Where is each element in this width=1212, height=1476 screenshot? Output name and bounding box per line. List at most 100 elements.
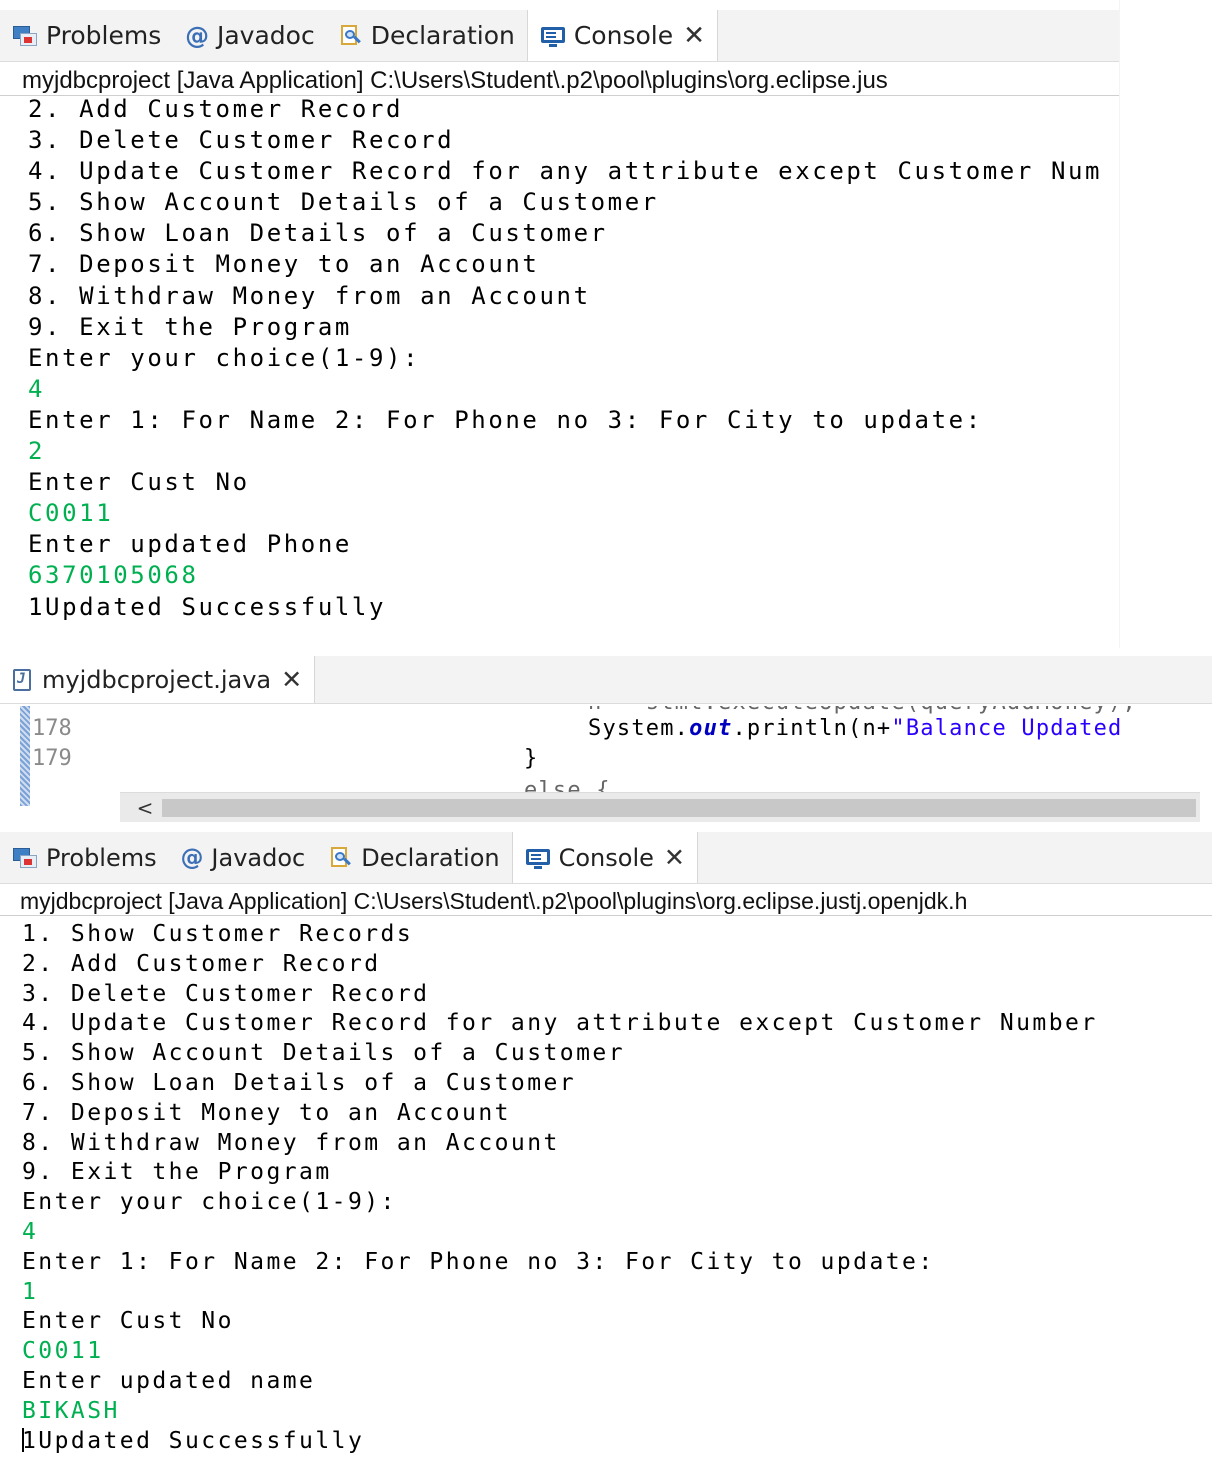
- console-view-top: Problems @ Javadoc Declaration Console ✕…: [0, 0, 1120, 648]
- tab-label: Declaration: [370, 21, 515, 50]
- console-line-text: C0011: [28, 499, 114, 528]
- code-line: }: [524, 746, 538, 771]
- console-line-text: 1. Show Customer Records: [22, 921, 414, 947]
- code-token-field: out: [689, 716, 733, 741]
- console-output-line: 7. Deposit Money to an Account: [28, 249, 1119, 280]
- console-output[interactable]: 1. Show Customer Records 2. Add Customer …: [22, 920, 1212, 1456]
- console-output-line: 2. Add Customer Record: [28, 94, 1119, 125]
- console-input-line: 1: [22, 1278, 1212, 1308]
- console-line-text: Enter updated name: [22, 1367, 316, 1394]
- code-line: System.out.println(n+"Balance Updated: [588, 716, 1123, 741]
- console-icon: [540, 24, 566, 48]
- code-token: System.: [588, 716, 690, 741]
- tab-declaration[interactable]: Declaration: [327, 10, 527, 61]
- console-line-text: Enter 1: For Name 2: For Phone no 3: For…: [22, 1248, 935, 1275]
- tab-problems[interactable]: Problems: [0, 10, 173, 61]
- console-line-text: BIKASH: [22, 1397, 120, 1424]
- console-line-text: 4. Update Customer Record for any attrib…: [22, 1010, 1098, 1037]
- tab-label: Problems: [46, 21, 162, 50]
- console-line-text: 7. Deposit Money to an Account: [22, 1099, 511, 1126]
- tab-label: Javadoc: [216, 21, 315, 50]
- console-line-text: 7. Deposit Money to an Account: [28, 250, 540, 279]
- console-line-text: 2. Add Customer Record: [28, 95, 404, 123]
- line-number: 178: [32, 716, 72, 741]
- tab-label: Console: [573, 21, 674, 50]
- console-output-line: 6. Show Loan Details of a Customer: [22, 1069, 1212, 1099]
- console-line-text: Enter Cust No: [22, 1308, 234, 1335]
- console-line-text: 2. Add Customer Record: [22, 950, 381, 977]
- overview-ruler: [20, 706, 30, 806]
- console-line-text: Enter 1: For Name 2: For Phone no 3: For…: [28, 405, 983, 434]
- console-line-text: 3. Delete Customer Record: [28, 126, 455, 155]
- console-output-line: 4. Update Customer Record for any attrib…: [28, 156, 1119, 187]
- console-input-line: C0011: [28, 498, 1119, 529]
- console-line-text: Enter Cust No: [28, 468, 250, 497]
- tab-label: Javadoc: [211, 843, 306, 872]
- scroll-left-icon[interactable]: <: [130, 793, 160, 823]
- console-output-line: 5. Show Account Details of a Customer: [28, 187, 1119, 218]
- console-output-line: 6. Show Loan Details of a Customer: [28, 218, 1119, 249]
- scrollbar-thumb[interactable]: [162, 799, 1196, 817]
- editor-tab-bar: J myjdbcproject.java ✕: [0, 656, 1212, 704]
- console-output-line: 7. Deposit Money to an Account: [22, 1099, 1212, 1129]
- console-input-line: BIKASH: [22, 1397, 1212, 1427]
- line-number: 179: [32, 746, 72, 771]
- code-token-string: "Balance Updated: [891, 716, 1123, 741]
- console-output[interactable]: 2. Add Customer Record 3. Delete Customer…: [28, 94, 1119, 623]
- tab-label: Problems: [46, 843, 157, 872]
- tab-problems[interactable]: Problems: [0, 832, 169, 883]
- console-line-text: 5. Show Account Details of a Customer: [22, 1040, 625, 1067]
- code-token: }: [524, 746, 539, 771]
- console-line-text: 1Updated Successfully: [28, 592, 387, 621]
- editor-view: J myjdbcproject.java ✕ n = stmt.executeU…: [0, 650, 1212, 828]
- console-line-text: 2: [28, 437, 46, 466]
- tab-declaration[interactable]: Declaration: [317, 832, 511, 883]
- close-icon[interactable]: ✕: [664, 843, 685, 872]
- console-output-line: Enter 1: For Name 2: For Phone no 3: For…: [28, 405, 1119, 436]
- console-line-text: Enter your choice(1-9):: [28, 343, 421, 372]
- tab-label: Declaration: [361, 843, 500, 872]
- console-output-line: Enter updated Phone: [28, 529, 1119, 560]
- console-output-line: 8. Withdraw Money from an Account: [22, 1129, 1212, 1159]
- console-line-text: Enter your choice(1-9):: [22, 1189, 397, 1216]
- console-line-text: 4: [28, 374, 46, 403]
- console-output-line: Enter Cust No: [28, 467, 1119, 498]
- view-tab-bar: Problems @ Javadoc Declaration Console ✕: [0, 832, 1212, 884]
- console-line-text: 9. Exit the Program: [28, 312, 352, 341]
- view-tab-bar: Problems @ Javadoc Declaration Console ✕: [0, 10, 1119, 62]
- console-line-text: 1Updated Successfully: [22, 1427, 365, 1454]
- console-output-line: Enter Cust No: [22, 1307, 1212, 1337]
- console-output-line: Enter updated name: [22, 1367, 1212, 1397]
- tab-javadoc[interactable]: @ Javadoc: [169, 832, 318, 883]
- console-line-text: 1: [22, 1278, 39, 1305]
- console-output-line: Enter your choice(1-9):: [22, 1188, 1212, 1218]
- tab-console[interactable]: Console ✕: [526, 10, 719, 61]
- tab-myjdbcproject-java[interactable]: J myjdbcproject.java ✕: [0, 656, 316, 703]
- console-line-text: 4: [22, 1218, 39, 1245]
- console-output-line: 9. Exit the Program: [28, 312, 1119, 343]
- declaration-icon: [329, 846, 353, 870]
- console-output-line: Enter 1: For Name 2: For Phone no 3: For…: [22, 1248, 1212, 1278]
- tab-javadoc[interactable]: @ Javadoc: [173, 10, 326, 61]
- console-output-line: Enter your choice(1-9):: [28, 343, 1119, 374]
- console-input-line: C0011: [22, 1337, 1212, 1367]
- console-output-line: 1Updated Successfully: [22, 1427, 1212, 1457]
- console-input-line: 4: [28, 374, 1119, 405]
- close-icon[interactable]: ✕: [683, 21, 705, 51]
- close-icon[interactable]: ✕: [281, 665, 302, 694]
- java-file-icon: J: [12, 668, 34, 692]
- console-line-text: 6. Show Loan Details of a Customer: [22, 1069, 577, 1096]
- console-output-line: 4. Update Customer Record for any attrib…: [22, 1009, 1212, 1039]
- console-output-line: 9. Exit the Program: [22, 1158, 1212, 1188]
- horizontal-scrollbar[interactable]: <: [120, 792, 1200, 822]
- tab-console[interactable]: Console ✕: [511, 832, 698, 883]
- console-output-line: 2. Add Customer Record: [22, 950, 1212, 980]
- launch-description: myjdbcproject [Java Application] C:\User…: [0, 66, 1119, 96]
- console-icon: [525, 846, 551, 870]
- console-line-text: 6370105068: [28, 561, 199, 590]
- console-output-line: 5. Show Account Details of a Customer: [22, 1039, 1212, 1069]
- console-input-line: 2: [28, 436, 1119, 467]
- console-output-line: 3. Delete Customer Record: [22, 980, 1212, 1010]
- console-output-line: 1Updated Successfully: [28, 592, 1119, 623]
- problems-icon: [12, 24, 38, 48]
